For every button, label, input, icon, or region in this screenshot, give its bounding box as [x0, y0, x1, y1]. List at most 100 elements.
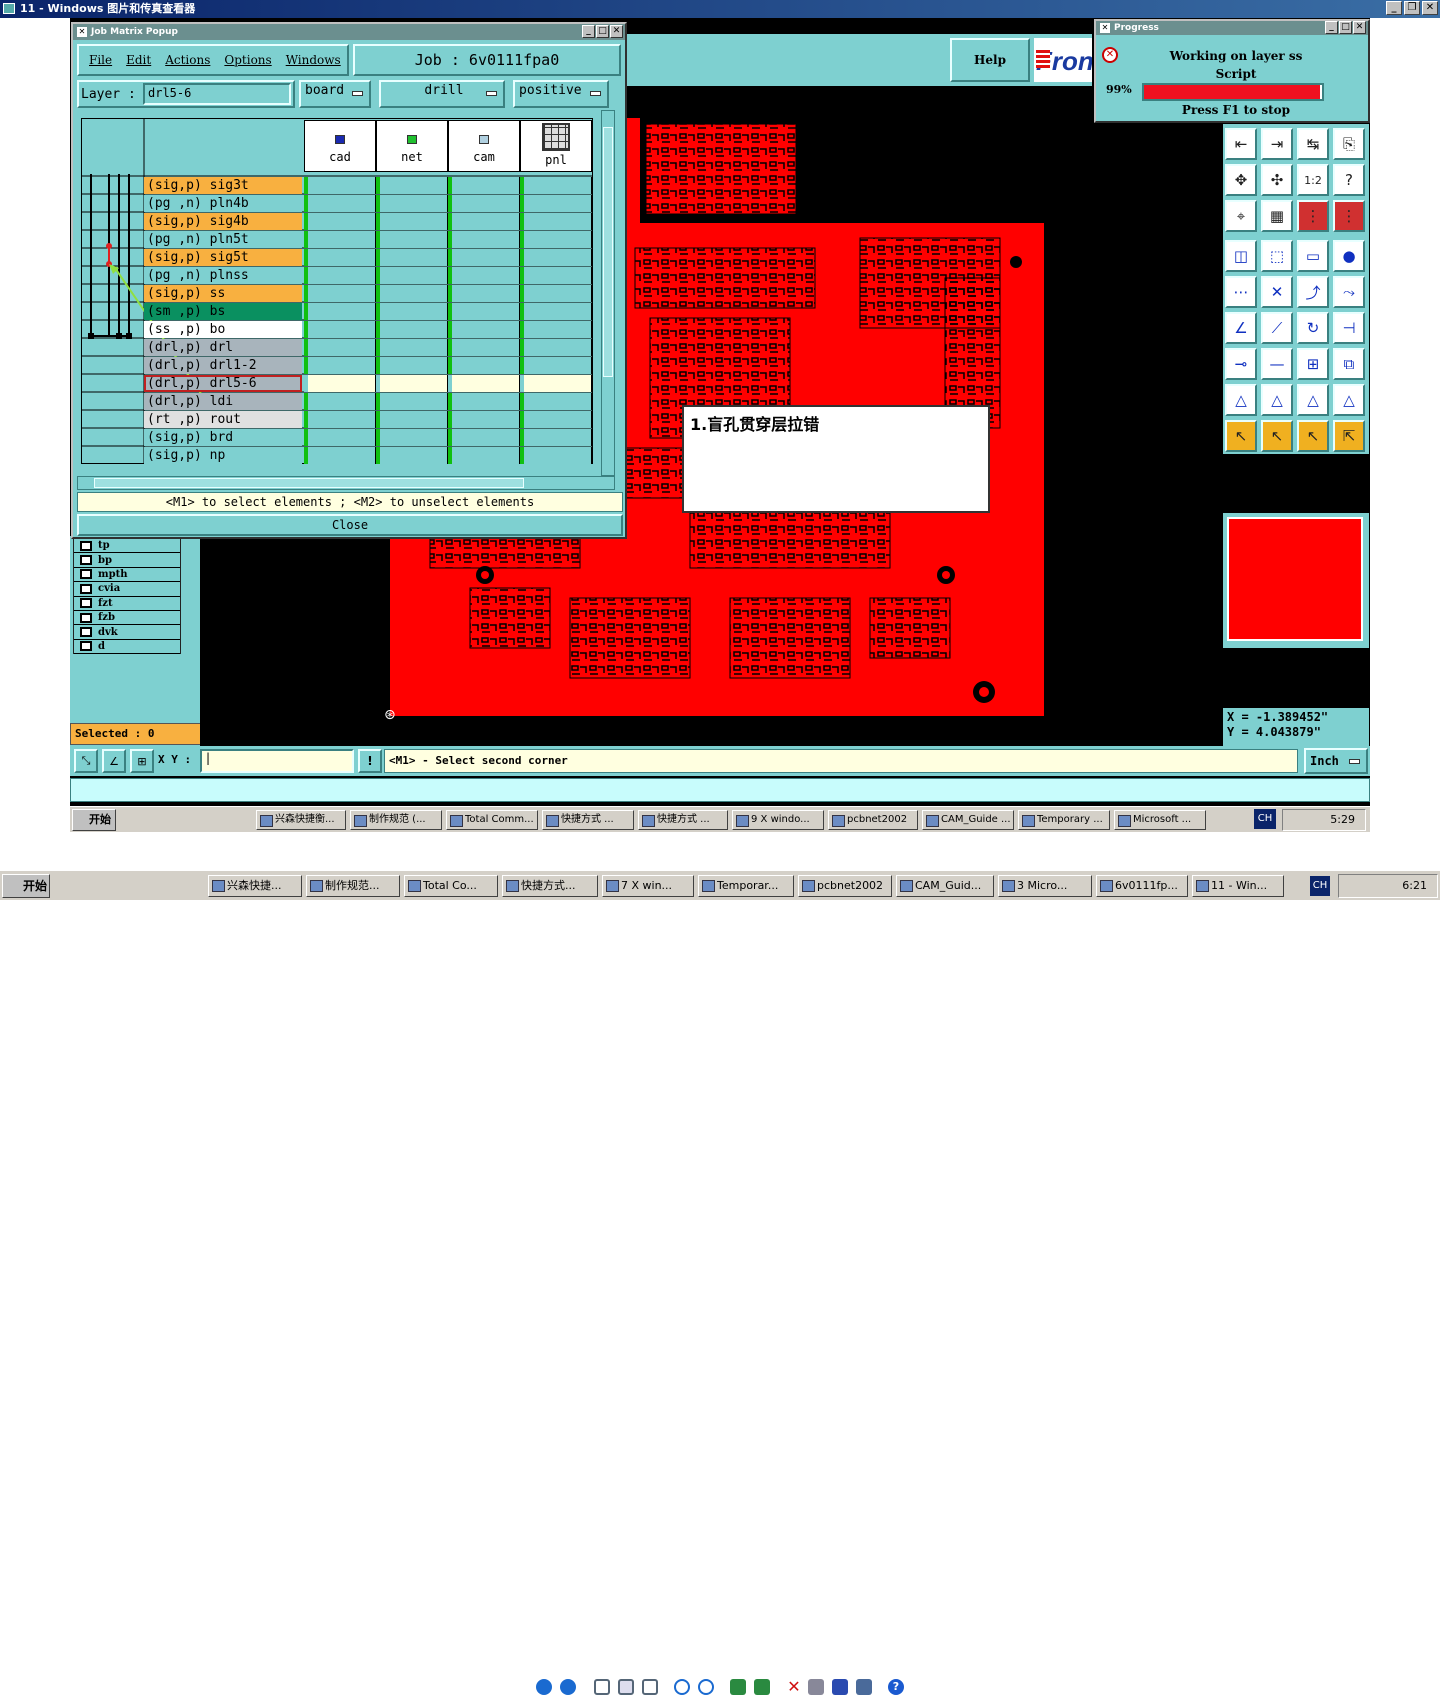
matrix-cell[interactable] [304, 375, 376, 392]
matrix-cell[interactable] [376, 321, 448, 338]
layer-red-2-icon[interactable]: ⋮ [1333, 200, 1365, 232]
layer-input[interactable]: drl5-6 [143, 83, 291, 105]
column-net[interactable]: net [376, 120, 448, 172]
taskbar-item[interactable]: 6v0111fp... [1096, 875, 1188, 897]
query-icon[interactable]: ? [1333, 164, 1365, 196]
matrix-cell[interactable] [304, 285, 376, 302]
matrix-cell[interactable] [304, 393, 376, 410]
context-dropdown[interactable]: board [299, 80, 371, 108]
matrix-cell[interactable] [520, 357, 592, 374]
matrix-cell[interactable] [448, 393, 520, 410]
matrix-cell[interactable] [376, 177, 448, 194]
layer-item[interactable]: d [74, 640, 180, 655]
matrix-cell[interactable] [448, 321, 520, 338]
layer-checkbox[interactable] [80, 641, 92, 652]
overview-map[interactable] [1227, 517, 1363, 641]
layer-item[interactable]: mpth [74, 568, 180, 583]
inner-start-button[interactable]: 开始 [72, 809, 116, 831]
matrix-cell[interactable] [376, 411, 448, 428]
matrix-cell[interactable] [520, 321, 592, 338]
matrix-cell[interactable] [520, 213, 592, 230]
matrix-cell[interactable] [376, 285, 448, 302]
zoom-in-icon[interactable] [674, 1679, 690, 1695]
matrix-cell[interactable] [520, 303, 592, 320]
layer-item[interactable]: fzt [74, 597, 180, 611]
matrix-cell[interactable] [448, 429, 520, 446]
matrix-cell[interactable] [304, 357, 376, 374]
select-2-icon[interactable]: ↖ [1261, 420, 1293, 452]
vertical-scrollbar[interactable] [601, 110, 615, 476]
save-icon[interactable] [832, 1679, 848, 1695]
matrix-cell[interactable] [520, 411, 592, 428]
zoom-area-icon[interactable]: ⤡ [74, 749, 98, 773]
matrix-cell[interactable] [520, 285, 592, 302]
matrix-cell[interactable] [448, 249, 520, 266]
rotate-right-icon[interactable] [754, 1679, 770, 1695]
close-button[interactable]: ✕ [1422, 1, 1438, 15]
taskbar-item[interactable]: 快捷方式... [502, 875, 598, 897]
cross-icon[interactable]: ✕ [1261, 276, 1293, 308]
matrix-cell[interactable] [448, 213, 520, 230]
delete-icon[interactable]: ✕ [786, 1679, 802, 1695]
layer-red-icon[interactable]: ⋮ [1297, 200, 1329, 232]
layer-checkbox[interactable] [80, 598, 92, 609]
actual-size-icon[interactable] [618, 1679, 634, 1695]
taskbar-item[interactable]: Temporar... [698, 875, 794, 897]
matrix-cell[interactable] [304, 321, 376, 338]
layer-checkbox[interactable] [80, 627, 92, 638]
matrix-cell[interactable] [520, 393, 592, 410]
layer-item[interactable]: dvk [74, 625, 180, 640]
matrix-cell[interactable] [304, 231, 376, 248]
taskbar-item[interactable]: pcbnet2002 [798, 875, 892, 897]
matrix-cell[interactable] [520, 267, 592, 284]
progress-maximize-button[interactable]: □ [1339, 21, 1352, 34]
horizontal-scroll-thumb[interactable] [94, 478, 524, 488]
route-2-icon[interactable]: ⤳ [1333, 276, 1365, 308]
best-fit-icon[interactable] [594, 1679, 610, 1695]
column-pnl[interactable]: pnl [520, 120, 592, 172]
matrix-cell[interactable] [448, 447, 520, 464]
progress-close-button[interactable]: ✕ [1353, 21, 1366, 34]
grid-icon[interactable]: ▦ [1261, 200, 1293, 232]
matrix-cell[interactable] [520, 429, 592, 446]
inner-lang-indicator[interactable]: CH [1254, 809, 1276, 829]
inner-taskbar-item[interactable]: Temporary ... [1018, 810, 1110, 830]
matrix-cell[interactable] [520, 249, 592, 266]
tri-3-icon[interactable]: △ [1297, 384, 1329, 416]
matrix-row-label[interactable]: (sig,p) np [144, 447, 302, 464]
matrix-cell[interactable] [304, 177, 376, 194]
matrix-cell[interactable] [304, 213, 376, 230]
connect-icon[interactable]: ⋯ [1225, 276, 1257, 308]
inner-taskbar-item[interactable]: 制作规范 (... [350, 810, 442, 830]
matrix-row-label[interactable]: (sm ,p) bs [144, 303, 302, 320]
minimize-button[interactable]: _ [1386, 1, 1402, 15]
matrix-cell[interactable] [304, 195, 376, 212]
pan-left-icon[interactable]: ⇤ [1225, 128, 1257, 160]
matrix-cell[interactable] [520, 195, 592, 212]
copy-icon[interactable]: ⧉ [1333, 348, 1365, 380]
align-icon[interactable]: ⎘ [1333, 128, 1365, 160]
line-icon[interactable]: ⟋ [1261, 312, 1293, 344]
tri-2-icon[interactable]: △ [1261, 384, 1293, 416]
matrix-cell[interactable] [448, 195, 520, 212]
snap-icon[interactable]: ◫ [1225, 240, 1257, 272]
zoom-fit-icon[interactable]: ✣ [1261, 164, 1293, 196]
next-image-icon[interactable] [560, 1679, 576, 1695]
measure-icon[interactable]: ∠ [102, 749, 126, 773]
inner-taskbar-item[interactable]: CAM_Guide ... [922, 810, 1014, 830]
layer-checkbox[interactable] [80, 555, 92, 566]
select-3-icon[interactable]: ↖ [1297, 420, 1329, 452]
inner-taskbar-item[interactable]: 兴森快捷衡... [256, 810, 346, 830]
matrix-cell[interactable] [304, 429, 376, 446]
print-icon[interactable] [808, 1679, 824, 1695]
layer-checkbox[interactable] [80, 583, 92, 594]
menu-edit[interactable]: Edit [126, 53, 151, 67]
matrix-cell[interactable] [520, 447, 592, 464]
edit-icon[interactable] [856, 1679, 872, 1695]
menu-options[interactable]: Options [224, 53, 271, 67]
matrix-cell[interactable] [448, 339, 520, 356]
fit-width-icon[interactable]: ↹ [1297, 128, 1329, 160]
matrix-cell[interactable] [448, 267, 520, 284]
matrix-cell[interactable] [448, 357, 520, 374]
help-icon[interactable]: ? [888, 1679, 904, 1695]
